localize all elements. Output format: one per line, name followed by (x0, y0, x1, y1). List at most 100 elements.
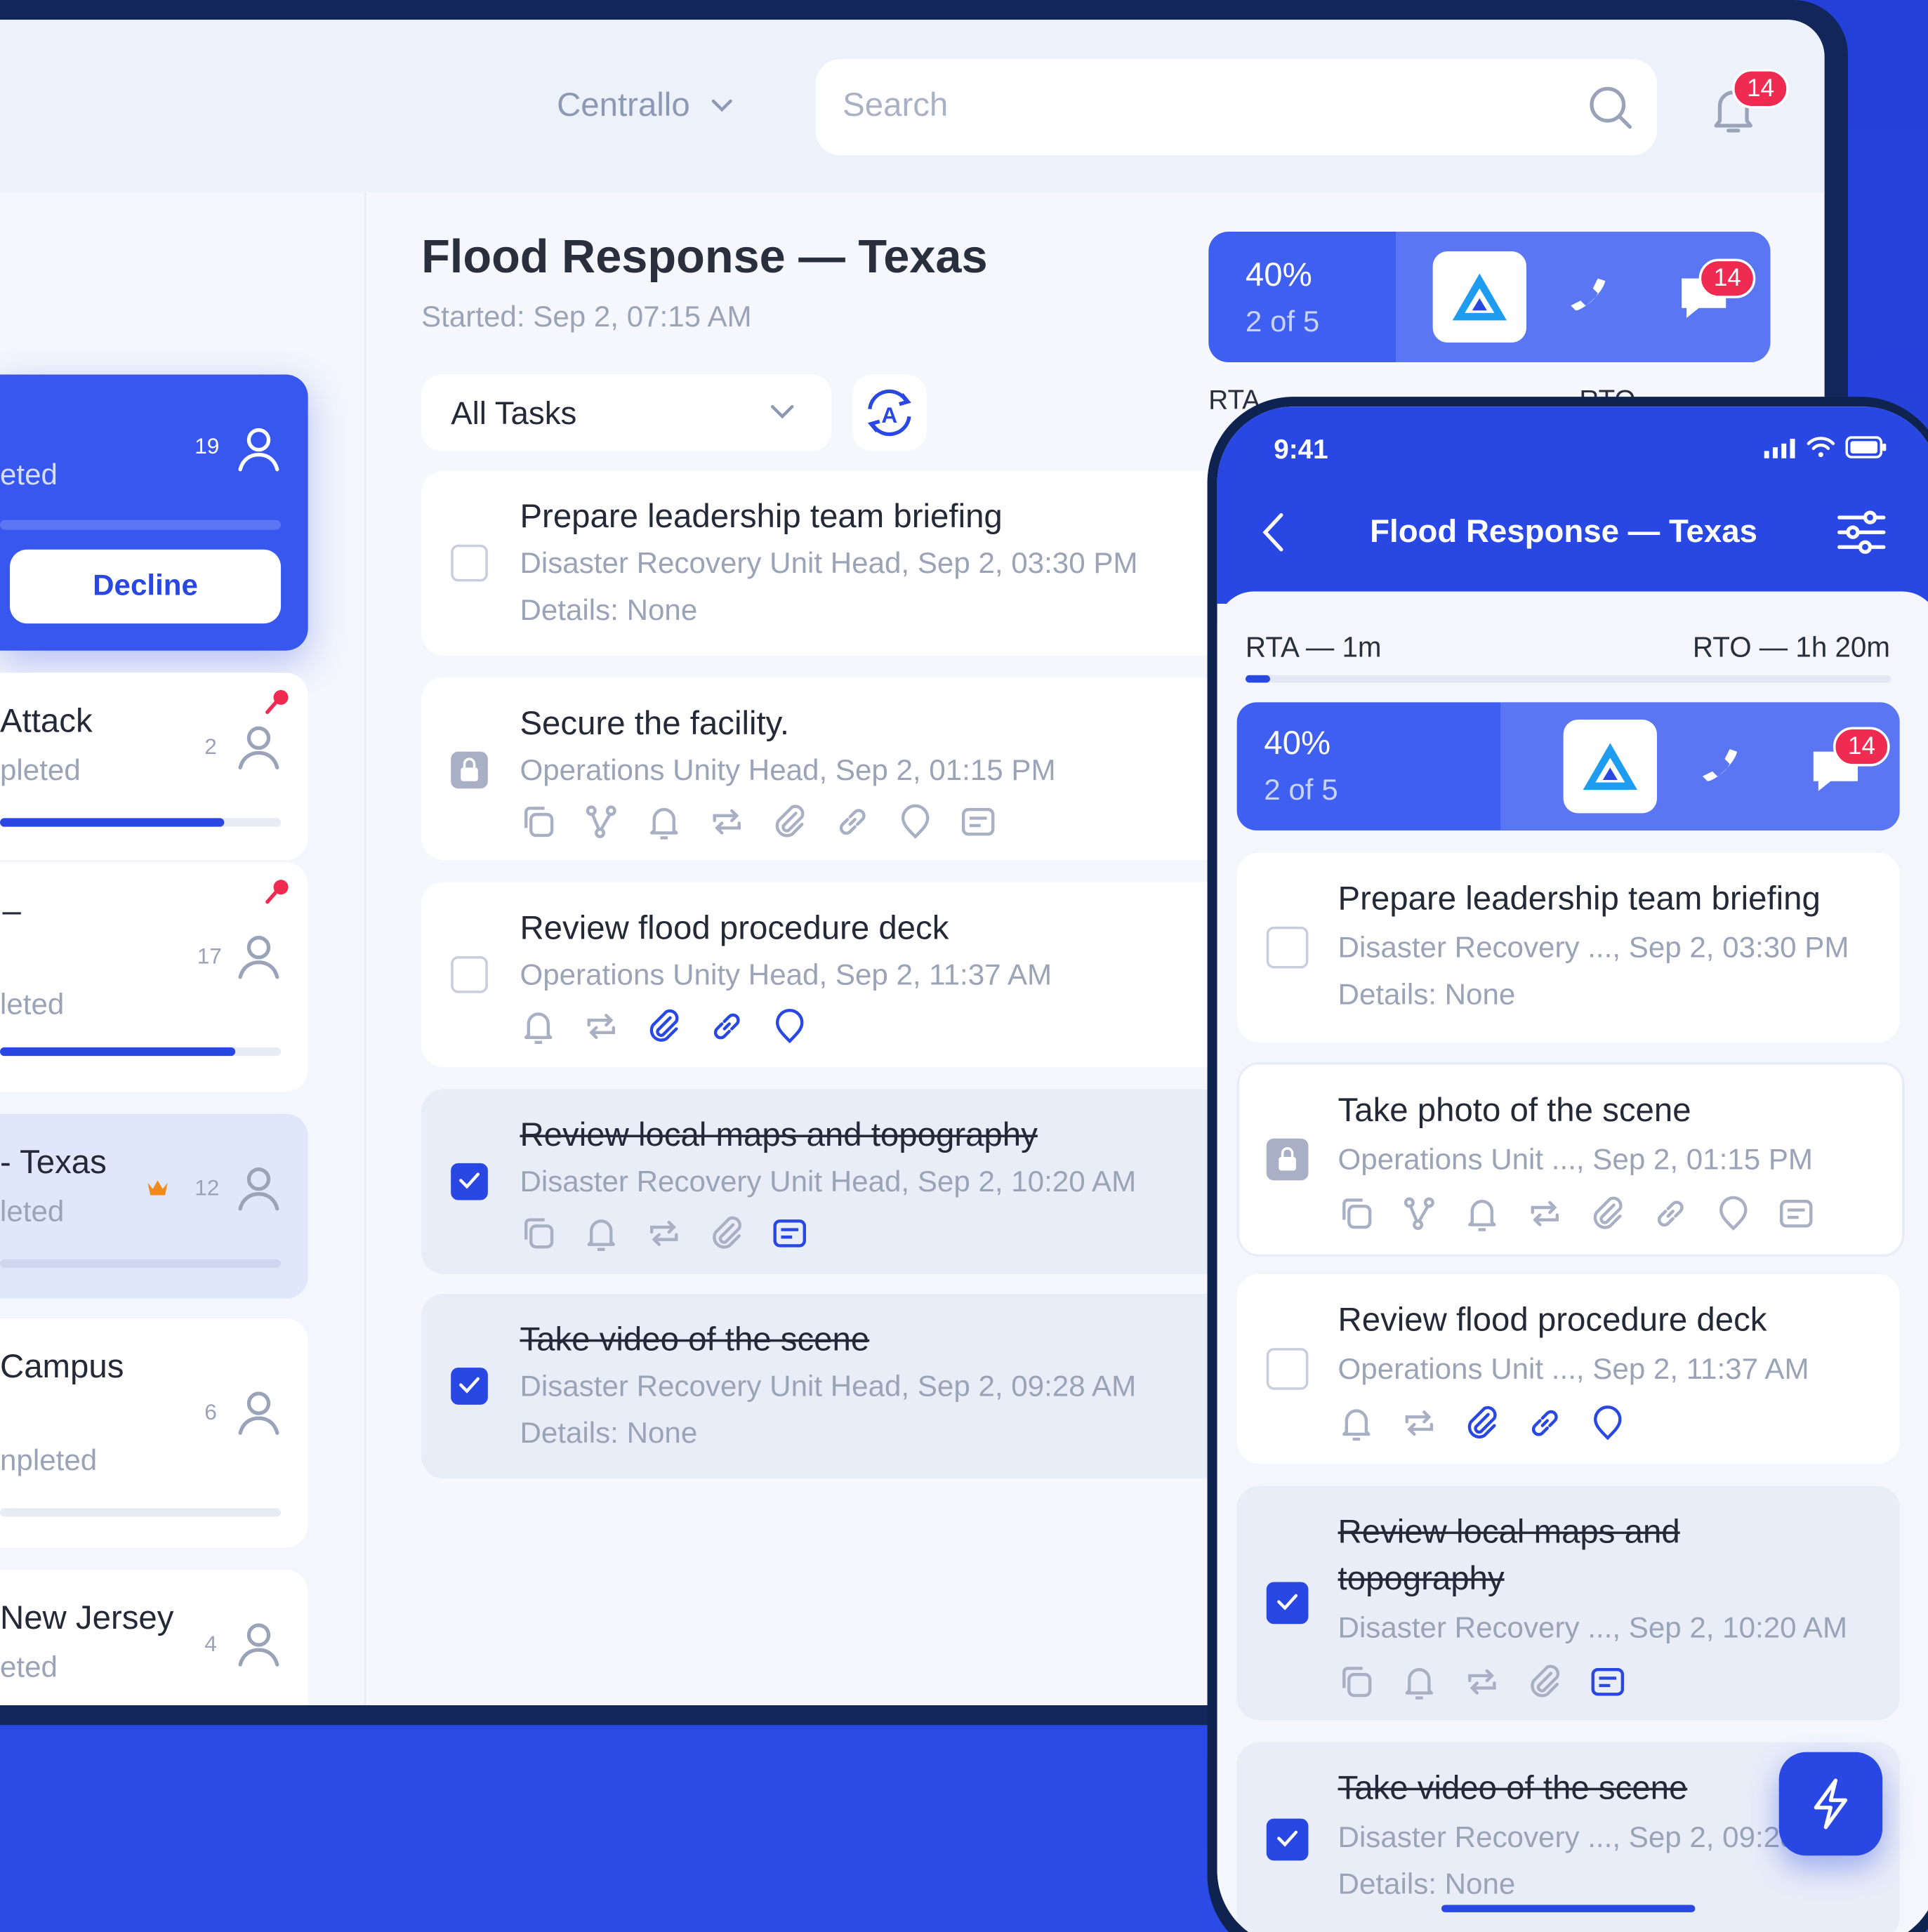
repeat-icon[interactable] (645, 1215, 682, 1252)
app-logo-button[interactable] (1432, 251, 1526, 343)
card-count: 19 (194, 433, 220, 458)
link-icon[interactable] (1526, 1405, 1564, 1442)
battery-icon (1845, 436, 1887, 458)
location-icon[interactable] (1589, 1405, 1626, 1442)
note-icon[interactable] (771, 1215, 808, 1252)
bell-icon[interactable] (1338, 1405, 1375, 1442)
task-item-completed[interactable]: Review local maps and topography Disaste… (1236, 1486, 1900, 1721)
task-title: Review local maps and topography (520, 1116, 1038, 1153)
card-progress (0, 1047, 236, 1057)
copy-icon[interactable] (1338, 1195, 1375, 1232)
card-count: 2 (204, 734, 217, 760)
task-details: Details: None (1338, 978, 1516, 1012)
task-actions (520, 803, 996, 840)
repeat-icon[interactable] (1526, 1195, 1564, 1232)
user-icon (238, 428, 279, 472)
chevron-down-icon (711, 98, 732, 112)
incident-card[interactable]: – leted 17 (0, 862, 308, 1092)
logo-icon (1452, 273, 1507, 321)
attachment-icon[interactable] (1589, 1195, 1626, 1232)
task-checkbox[interactable] (1266, 1348, 1309, 1390)
task-item-completed[interactable]: Take video of the scene Disaster Recover… (421, 1293, 1235, 1479)
task-item[interactable]: Prepare leadership team briefing Disaste… (421, 470, 1235, 656)
bell-icon[interactable] (645, 803, 682, 840)
rto-timer: RTO — 1h 20m (1692, 630, 1890, 663)
task-item[interactable]: Review flood procedure deck Operations U… (421, 882, 1235, 1067)
bell-icon[interactable] (520, 1008, 557, 1045)
attachment-icon[interactable] (771, 803, 808, 840)
task-checkbox[interactable] (451, 955, 488, 993)
attachment-icon[interactable] (1464, 1405, 1501, 1442)
bell-icon[interactable] (1401, 1663, 1438, 1700)
quick-action-button[interactable] (1778, 1752, 1883, 1856)
logo-icon (1583, 743, 1637, 790)
search-icon[interactable] (1587, 84, 1636, 133)
task-item-completed[interactable]: Review local maps and topography Disaste… (421, 1089, 1235, 1274)
note-icon[interactable] (1778, 1195, 1815, 1232)
phone-title: Flood Response — Texas (1370, 512, 1757, 550)
status-time: 9:41 (1274, 433, 1328, 465)
repeat-icon[interactable] (1464, 1663, 1501, 1700)
task-checkbox-checked[interactable] (1266, 1582, 1309, 1625)
branch-icon[interactable] (583, 803, 620, 840)
task-item[interactable]: Review flood procedure deck Operations U… (1236, 1273, 1900, 1464)
incident-card[interactable]: Attack pleted 2 (0, 673, 308, 861)
check-icon (459, 1172, 480, 1189)
task-checkbox[interactable] (1266, 926, 1309, 969)
task-actions (1338, 1663, 1627, 1700)
card-status: eted (0, 458, 58, 492)
task-checkbox-checked[interactable] (1266, 1818, 1309, 1861)
bell-icon[interactable] (1464, 1195, 1501, 1232)
incident-card-active[interactable]: eted 19 Decline (0, 374, 308, 651)
incident-card[interactable]: Campus npleted 6 (0, 1318, 308, 1548)
search-box[interactable]: Search (815, 59, 1657, 156)
task-item[interactable]: Secure the facility. Operations Unity He… (421, 677, 1235, 861)
task-item[interactable]: Take photo of the scene Operations Unit … (1236, 1061, 1905, 1257)
repeat-icon[interactable] (1401, 1405, 1438, 1442)
task-meta: Operations Unity Head, Sep 2, 11:37 AM (520, 958, 1052, 992)
note-icon[interactable] (960, 803, 997, 840)
incident-card-selected[interactable]: - Texas leted 12 (0, 1113, 308, 1299)
attachment-icon[interactable] (1526, 1663, 1564, 1700)
filter-settings-icon[interactable] (1835, 508, 1887, 557)
task-filter-dropdown[interactable]: All Tasks (421, 374, 832, 451)
attachment-icon[interactable] (645, 1008, 682, 1045)
workspace-selector[interactable]: Centrallo (557, 86, 734, 124)
location-icon[interactable] (771, 1008, 808, 1045)
copy-icon[interactable] (520, 1215, 557, 1252)
task-checkbox-checked[interactable] (451, 1163, 488, 1200)
page-title: Flood Response — Texas (421, 231, 988, 284)
copy-icon[interactable] (1338, 1663, 1375, 1700)
card-count: 6 (204, 1399, 217, 1424)
link-icon[interactable] (708, 1008, 746, 1045)
repeat-icon[interactable] (708, 803, 746, 840)
app-logo-button[interactable] (1563, 719, 1657, 814)
task-item[interactable]: Prepare leadership team briefing Disaste… (1236, 852, 1900, 1043)
note-icon[interactable] (1589, 1663, 1626, 1700)
auto-assign-button[interactable]: A (852, 374, 927, 451)
task-meta: Disaster Recovery Unit Head, Sep 2, 09:2… (520, 1370, 1137, 1404)
decline-button[interactable]: Decline (10, 549, 282, 624)
location-icon[interactable] (1715, 1195, 1752, 1232)
copy-icon[interactable] (520, 803, 557, 840)
back-icon[interactable] (1259, 510, 1288, 555)
search-input[interactable]: Search (843, 86, 948, 124)
phone-icon[interactable] (1698, 744, 1747, 793)
branch-icon[interactable] (1401, 1195, 1438, 1232)
phone-icon[interactable] (1566, 274, 1615, 323)
incident-sidebar: eted 19 Decline Attack pleted 2 – leted … (0, 192, 367, 1706)
repeat-icon[interactable] (583, 1008, 620, 1045)
task-checkbox-checked[interactable] (451, 1368, 488, 1405)
location-icon[interactable] (897, 803, 934, 840)
link-icon[interactable] (834, 803, 871, 840)
task-meta: Disaster Recovery ..., Sep 2, 03:30 PM (1338, 931, 1849, 965)
pin-icon (265, 689, 289, 715)
link-icon[interactable] (1652, 1195, 1689, 1232)
attachment-icon[interactable] (708, 1215, 746, 1252)
bell-icon[interactable] (583, 1215, 620, 1252)
task-checkbox[interactable] (451, 544, 488, 582)
phone-progress-widget: 40% 2 of 5 14 (1236, 702, 1900, 831)
chat-badge: 14 (1698, 258, 1756, 298)
card-count: 17 (197, 944, 222, 969)
incident-card[interactable]: New Jersey eted 4 (0, 1569, 308, 1706)
